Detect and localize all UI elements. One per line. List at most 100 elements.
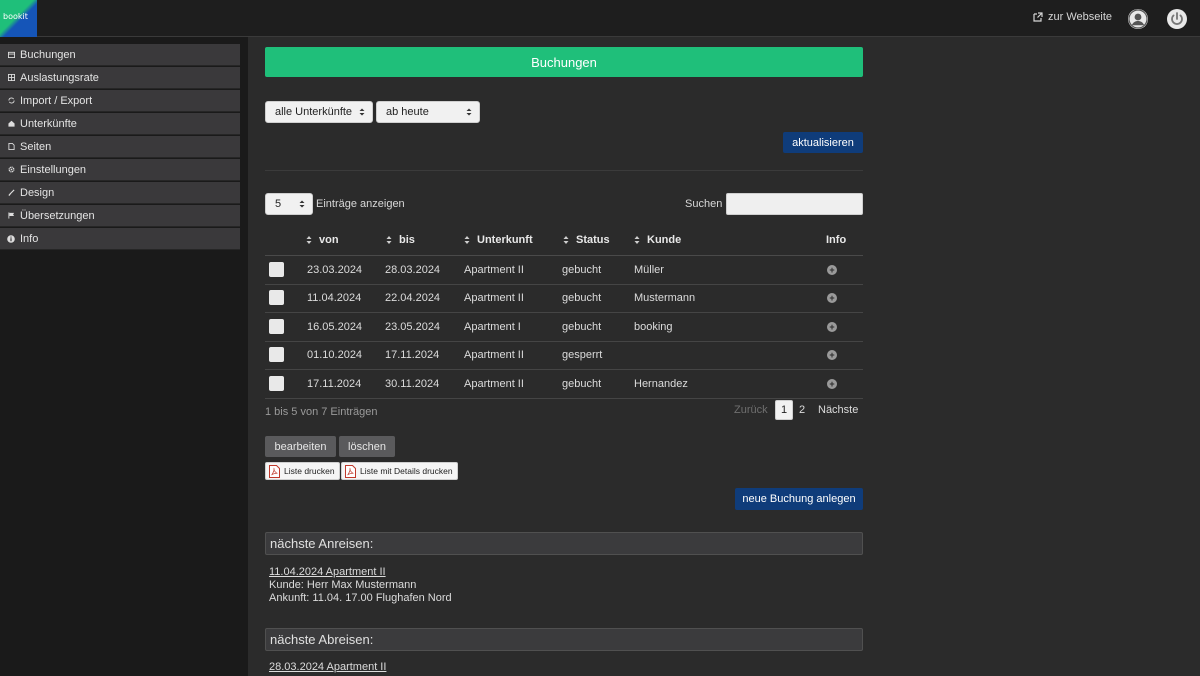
pdf-icon bbox=[345, 464, 356, 478]
plus-circle-icon[interactable]: + bbox=[827, 350, 837, 360]
cell-status: gesperrt bbox=[562, 349, 603, 361]
column-header-label: Status bbox=[576, 234, 610, 246]
sidebar-item-label: Seiten bbox=[20, 140, 52, 153]
refresh-button[interactable]: aktualisieren bbox=[783, 132, 863, 153]
column-header-kunde[interactable]: Kunde bbox=[634, 234, 681, 246]
table-row: 11.04.2024 22.04.2024 Apartment II gebuc… bbox=[265, 284, 863, 313]
date-filter-select-value: ab heute bbox=[386, 106, 429, 118]
sidebar-item-label: Info bbox=[20, 232, 39, 245]
cell-bis: 30.11.2024 bbox=[385, 378, 440, 390]
plus-circle-icon[interactable]: + bbox=[827, 265, 837, 275]
info-icon bbox=[7, 234, 15, 243]
select-arrows-icon bbox=[466, 108, 472, 116]
print-list-button[interactable]: Liste drucken bbox=[265, 462, 340, 480]
website-link[interactable]: zur Webseite bbox=[1033, 11, 1112, 23]
sidebar-item-buchungen[interactable]: Buchungen bbox=[0, 44, 240, 66]
plus-circle-icon[interactable]: + bbox=[827, 379, 837, 389]
cell-status: gebucht bbox=[562, 321, 602, 333]
top-bar: bookit zur Webseite bbox=[0, 0, 1200, 37]
delete-button[interactable]: löschen bbox=[339, 436, 395, 457]
cell-unterkunft: Apartment I bbox=[464, 321, 521, 333]
edit-button[interactable]: bearbeiten bbox=[265, 436, 336, 457]
sidebar-item-einstellungen[interactable]: Einstellungen bbox=[0, 159, 240, 181]
sort-icon bbox=[386, 236, 392, 244]
cell-kunde: Mustermann bbox=[634, 292, 696, 304]
table-row: 23.03.2024 28.03.2024 Apartment II gebuc… bbox=[265, 256, 863, 285]
pagination-page-2[interactable]: 2 bbox=[793, 400, 811, 420]
home-icon bbox=[7, 120, 15, 128]
row-checkbox[interactable] bbox=[269, 290, 284, 305]
accommodation-select-value: alle Unterkünfte bbox=[275, 106, 353, 118]
pagination-prev[interactable]: Zurück bbox=[734, 404, 768, 416]
cell-von: 17.11.2024 bbox=[307, 378, 362, 390]
sidebar-item-import-export[interactable]: Import / Export bbox=[0, 90, 240, 112]
pagination-next[interactable]: Nächste bbox=[818, 404, 858, 416]
flag-icon bbox=[7, 212, 15, 220]
date-filter-select[interactable]: ab heute bbox=[376, 101, 480, 123]
plus-circle-icon[interactable]: + bbox=[827, 293, 837, 303]
column-header-unterkunft[interactable]: Unterkunft bbox=[464, 234, 533, 246]
grid-icon bbox=[7, 74, 15, 82]
sidebar-item-info[interactable]: Info bbox=[0, 228, 240, 250]
print-details-button[interactable]: Liste mit Details drucken bbox=[341, 462, 458, 480]
column-header-bis[interactable]: bis bbox=[386, 234, 415, 246]
user-avatar-icon[interactable] bbox=[1128, 9, 1148, 29]
accommodation-select[interactable]: alle Unterkünfte bbox=[265, 101, 373, 123]
page-size-select[interactable]: 5 bbox=[265, 193, 313, 215]
plus-circle-icon[interactable]: + bbox=[827, 322, 837, 332]
page-icon bbox=[7, 143, 15, 151]
row-checkbox[interactable] bbox=[269, 319, 284, 334]
search-label: Suchen bbox=[685, 198, 723, 210]
calendar-icon bbox=[7, 51, 15, 59]
cell-kunde: booking bbox=[634, 321, 673, 333]
search-input[interactable] bbox=[726, 193, 863, 215]
row-checkbox[interactable] bbox=[269, 262, 284, 277]
pdf-icon bbox=[269, 464, 280, 478]
column-header-info: Info bbox=[826, 234, 846, 246]
select-arrows-icon bbox=[359, 108, 365, 116]
row-checkbox[interactable] bbox=[269, 347, 284, 362]
departures-heading: nächste Abreisen: bbox=[265, 628, 863, 651]
arrivals-heading: nächste Anreisen: bbox=[265, 532, 863, 555]
page-size-value: 5 bbox=[275, 198, 282, 210]
arrival-link[interactable]: 11.04.2024 Apartment II bbox=[269, 566, 386, 578]
cell-bis: 17.11.2024 bbox=[385, 349, 440, 361]
sidebar-item-design[interactable]: Design bbox=[0, 182, 240, 204]
sidebar-item-auslastungsrate[interactable]: Auslastungsrate bbox=[0, 67, 240, 89]
column-header-status[interactable]: Status bbox=[563, 234, 610, 246]
table-row: 17.11.2024 30.11.2024 Apartment II gebuc… bbox=[265, 370, 863, 399]
sidebar-item-label: Übersetzungen bbox=[20, 209, 95, 222]
pagination-page-1[interactable]: 1 bbox=[775, 400, 793, 420]
cell-kunde: Hernandez bbox=[634, 378, 688, 390]
sidebar-item-label: Import / Export bbox=[20, 94, 93, 107]
table-row: 01.10.2024 17.11.2024 Apartment II gespe… bbox=[265, 341, 863, 370]
new-booking-button[interactable]: neue Buchung anlegen bbox=[735, 488, 863, 510]
cell-status: gebucht bbox=[562, 378, 602, 390]
sort-icon bbox=[306, 236, 312, 244]
sidebar-item-label: Einstellungen bbox=[20, 163, 87, 176]
sidebar-item-seiten[interactable]: Seiten bbox=[0, 136, 240, 158]
app-logo[interactable]: bookit bbox=[0, 0, 37, 37]
arrival-time: Ankunft: 11.04. 17.00 Flughafen Nord bbox=[269, 592, 452, 604]
departure-link[interactable]: 28.03.2024 Apartment II bbox=[269, 661, 386, 673]
cell-unterkunft: Apartment II bbox=[464, 378, 524, 390]
brush-icon bbox=[7, 189, 15, 197]
website-link-label: zur Webseite bbox=[1048, 11, 1112, 23]
select-arrows-icon bbox=[299, 200, 305, 208]
cell-unterkunft: Apartment II bbox=[464, 292, 524, 304]
power-icon[interactable] bbox=[1167, 9, 1187, 29]
sync-icon bbox=[7, 97, 15, 105]
column-header-label: Info bbox=[826, 234, 847, 246]
sidebar-item-uebersetzungen[interactable]: Übersetzungen bbox=[0, 205, 240, 227]
cell-unterkunft: Apartment II bbox=[464, 349, 524, 361]
main-content: Buchungen alle Unterkünfte ab heute aktu… bbox=[248, 37, 1200, 676]
column-header-label: bis bbox=[399, 234, 415, 246]
cell-bis: 23.05.2024 bbox=[385, 321, 441, 333]
cell-status: gebucht bbox=[562, 292, 602, 304]
sidebar-item-unterkuenfte[interactable]: Unterkünfte bbox=[0, 113, 240, 135]
cell-kunde: Müller bbox=[634, 264, 664, 276]
column-header-von[interactable]: von bbox=[306, 234, 339, 246]
cell-status: gebucht bbox=[562, 264, 602, 276]
row-checkbox[interactable] bbox=[269, 376, 284, 391]
cell-bis: 28.03.2024 bbox=[385, 264, 441, 276]
